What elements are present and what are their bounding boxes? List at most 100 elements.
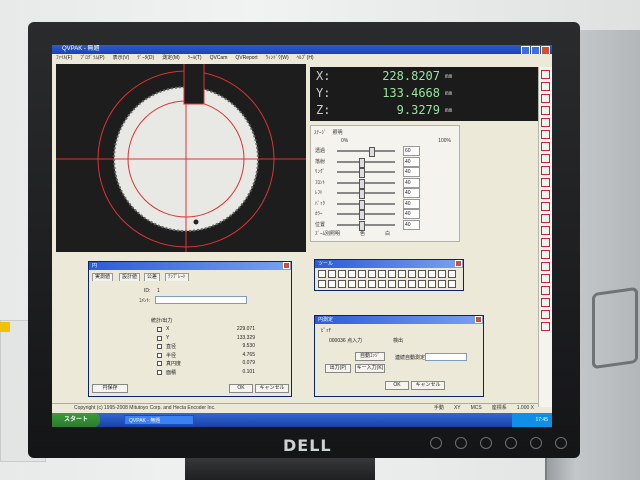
close-icon[interactable] — [283, 262, 290, 269]
slider-thumb[interactable] — [369, 147, 376, 157]
light-slider[interactable] — [337, 210, 395, 220]
menu-item[interactable]: ﾂｰﾙ(T) — [188, 54, 202, 62]
light-value-field[interactable]: 60 — [403, 146, 420, 156]
light-slider[interactable] — [337, 189, 395, 199]
measure-tool-icon[interactable] — [378, 280, 386, 288]
tool-icon[interactable] — [541, 190, 550, 199]
measure-tool-icon[interactable] — [318, 280, 326, 288]
close-icon[interactable] — [455, 260, 462, 267]
cancel-button[interactable]: キャンセル — [255, 384, 289, 393]
tool-icon[interactable] — [541, 310, 550, 319]
param-checkbox[interactable] — [157, 352, 162, 358]
output-button[interactable]: 出力(P) — [325, 364, 351, 373]
measure-tool-icon[interactable] — [438, 280, 446, 288]
slider-thumb[interactable] — [358, 189, 365, 199]
light-slider[interactable] — [337, 168, 395, 178]
tool-icon[interactable] — [541, 286, 550, 295]
color-select[interactable]: 白 — [385, 230, 390, 237]
menu-item[interactable]: ﾌｧｲﾙ(F) — [56, 54, 72, 62]
measure-tool-icon[interactable] — [398, 270, 406, 278]
key-input-button[interactable]: キー入力(K) — [355, 364, 385, 373]
auto-edge-button[interactable]: 自動ｴｯｼﾞ — [355, 352, 385, 361]
measure-tool-icon[interactable] — [338, 280, 346, 288]
tab-stage[interactable]: ｽﾃｰｼﾞ — [314, 129, 327, 136]
measure-tool-icon[interactable] — [448, 270, 456, 278]
menu-item[interactable]: ﾍﾙﾌﾟ(H) — [297, 54, 314, 62]
taskbar-app-button[interactable]: QVPAK - 無題 — [124, 415, 194, 425]
monitor-button[interactable] — [430, 437, 442, 449]
tab-template[interactable]: ﾃﾝﾌﾟﾚｰﾄ — [165, 273, 189, 281]
measure-tool-icon[interactable] — [358, 270, 366, 278]
param-checkbox[interactable] — [157, 361, 162, 366]
menu-item[interactable]: ﾃﾞｰﾀ(D) — [137, 54, 154, 62]
light-slider[interactable] — [337, 147, 395, 157]
light-value-field[interactable]: 40 — [403, 198, 420, 209]
measure-tool-icon[interactable] — [368, 280, 376, 288]
measure-tool-icon[interactable] — [388, 270, 396, 278]
save-circle-button[interactable]: 円保存 — [92, 384, 128, 393]
start-button[interactable]: スタート — [52, 413, 100, 427]
menu-item[interactable]: ﾌﾟﾛｸﾞﾗﾑ(P) — [80, 54, 104, 62]
tool-icon[interactable] — [541, 322, 550, 331]
camera-view[interactable] — [56, 64, 306, 252]
measure-tool-icon[interactable] — [368, 270, 376, 278]
param-checkbox[interactable] — [157, 344, 162, 349]
comment-field[interactable] — [155, 296, 247, 304]
param-checkbox[interactable] — [157, 369, 162, 375]
tool-icon[interactable] — [541, 82, 550, 91]
light-slider[interactable] — [337, 220, 395, 231]
tool-icon[interactable] — [541, 226, 550, 235]
measure-tool-icon[interactable] — [398, 280, 406, 288]
light-value-field[interactable]: 40 — [403, 188, 420, 198]
menu-item[interactable]: 測定(M) — [162, 54, 180, 62]
tab-tolerance[interactable]: 公差 — [144, 273, 161, 281]
monitor-button[interactable] — [530, 437, 542, 449]
continuous-field[interactable] — [425, 353, 467, 361]
slider-thumb[interactable] — [358, 168, 365, 178]
param-checkbox[interactable] — [157, 335, 162, 341]
tool-cancel-button[interactable]: キャンセル — [411, 381, 445, 390]
tool-icon[interactable] — [541, 70, 550, 79]
tab-actual[interactable]: 実測値 — [92, 273, 114, 281]
menu-item[interactable]: QVCam — [210, 54, 228, 62]
measure-tool-icon[interactable] — [328, 280, 336, 288]
tab-design[interactable]: 設計値 — [119, 273, 141, 281]
light-value-field[interactable]: 40 — [403, 209, 420, 219]
measure-tool-icon[interactable] — [418, 280, 426, 288]
tool-ok-button[interactable]: OK — [385, 381, 409, 390]
light-slider[interactable] — [337, 157, 395, 168]
measure-tool-icon[interactable] — [348, 280, 356, 288]
light-value-field[interactable]: 40 — [403, 177, 420, 188]
slider-thumb[interactable] — [358, 157, 365, 168]
tool-icon[interactable] — [541, 274, 550, 283]
slider-thumb[interactable] — [358, 178, 365, 189]
tool-icon[interactable] — [541, 214, 550, 223]
light-value-field[interactable]: 40 — [403, 156, 420, 167]
monitor-button[interactable] — [505, 437, 517, 449]
zoom-lighting-checkbox[interactable]: ｽﾞｰﾑ別照明 — [315, 230, 340, 237]
menu-item[interactable]: 表示(V) — [113, 54, 130, 62]
tool-icon[interactable] — [541, 250, 550, 259]
tool-icon[interactable] — [541, 94, 550, 103]
tool-icon[interactable] — [541, 298, 550, 307]
tool-handle-icon[interactable] — [193, 219, 199, 225]
menu-item[interactable]: ｳｨﾝﾄﾞｳ(W) — [266, 54, 289, 62]
param-checkbox[interactable] — [157, 327, 162, 332]
monitor-power-button[interactable] — [555, 437, 567, 449]
tool-icon[interactable] — [541, 166, 550, 175]
tool-icon[interactable] — [541, 130, 550, 139]
tab-lighting[interactable]: 照明 — [333, 129, 343, 136]
tool-icon[interactable] — [541, 238, 550, 247]
measure-tool-icon[interactable] — [408, 280, 416, 288]
measure-tool-icon[interactable] — [408, 270, 416, 278]
ok-button[interactable]: OK — [229, 384, 253, 393]
slider-thumb[interactable] — [358, 220, 365, 231]
tool-icon[interactable] — [541, 262, 550, 271]
continuous-checkbox[interactable]: 連続自動測定 — [395, 354, 425, 361]
light-value-field[interactable]: 40 — [403, 219, 420, 230]
measure-tool-icon[interactable] — [378, 270, 386, 278]
tool-icon[interactable] — [541, 118, 550, 127]
measure-tool-icon[interactable] — [438, 270, 446, 278]
tool-icon[interactable] — [541, 142, 550, 151]
measure-tool-icon[interactable] — [448, 280, 456, 288]
